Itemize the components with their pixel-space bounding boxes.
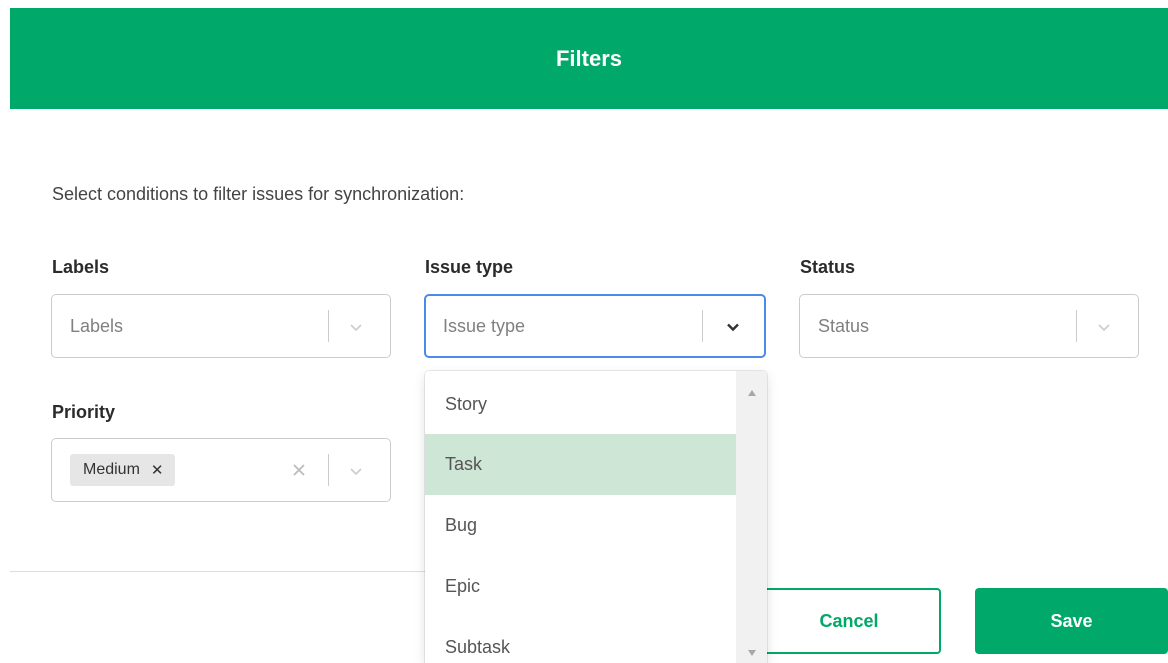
remove-tag-icon[interactable]: ✕ xyxy=(151,461,164,479)
dialog-header: Filters xyxy=(10,8,1168,109)
option-subtask[interactable]: Subtask xyxy=(425,617,736,663)
dialog-title: Filters xyxy=(555,45,623,71)
priority-field-label: Priority xyxy=(52,402,116,422)
chevron-down-icon[interactable] xyxy=(1094,317,1114,342)
dropdown-scrollbar[interactable] xyxy=(736,371,767,663)
chevron-down-icon[interactable] xyxy=(723,317,743,342)
labels-placeholder: Labels xyxy=(70,316,124,336)
indicator-separator xyxy=(328,310,329,342)
indicator-separator xyxy=(1076,310,1077,342)
chevron-down-icon[interactable] xyxy=(346,317,366,342)
status-select[interactable]: Status xyxy=(799,294,1139,358)
cancel-button[interactable]: Cancel xyxy=(757,588,941,654)
intro-text: Select conditions to filter issues for s… xyxy=(52,184,465,204)
footer-divider xyxy=(10,571,426,572)
option-epic[interactable]: Epic xyxy=(425,556,736,617)
issue-type-select[interactable]: Issue type xyxy=(424,294,766,358)
close-icon[interactable] xyxy=(290,461,308,484)
option-task[interactable]: Task xyxy=(425,434,736,495)
issue-type-dropdown-menu[interactable]: Story Task Bug Epic Subtask xyxy=(425,371,767,663)
selected-tag-medium: Medium ✕ xyxy=(70,454,176,486)
tag-label: Medium xyxy=(83,461,140,478)
issue-type-field-label: Issue type xyxy=(425,257,514,277)
labels-field-label: Labels xyxy=(52,257,110,277)
priority-select[interactable]: Medium ✕ xyxy=(51,438,391,502)
scroll-up-icon[interactable] xyxy=(748,383,756,401)
status-field-label: Status xyxy=(800,257,856,277)
scroll-down-icon[interactable] xyxy=(748,643,756,661)
option-story[interactable]: Story xyxy=(425,374,736,435)
status-placeholder: Status xyxy=(818,316,870,336)
indicator-separator xyxy=(702,310,703,342)
save-button[interactable]: Save xyxy=(975,588,1168,654)
labels-select[interactable]: Labels xyxy=(51,294,391,358)
issue-type-placeholder: Issue type xyxy=(443,316,526,336)
option-bug[interactable]: Bug xyxy=(425,495,736,556)
indicator-separator xyxy=(328,454,329,486)
chevron-down-icon[interactable] xyxy=(346,461,366,486)
